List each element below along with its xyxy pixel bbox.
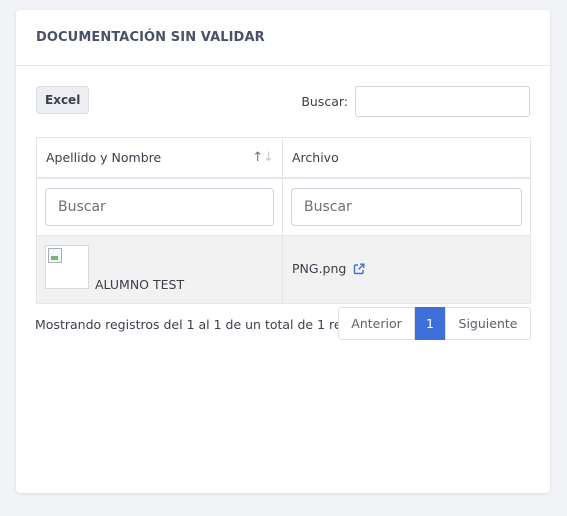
next-page-button[interactable]: Siguiente — [445, 307, 531, 340]
student-name: ALUMNO TEST — [95, 277, 185, 292]
header-row: Apellido y Nombre ↑↓ Archivo — [36, 137, 531, 179]
card-title: DOCUMENTACIÓN SIN VALIDAR — [36, 30, 265, 45]
column-header-label: Apellido y Nombre — [46, 149, 162, 165]
filter-cell-file — [282, 177, 531, 236]
page-button-current[interactable]: 1 — [415, 307, 445, 340]
external-link-icon[interactable] — [353, 263, 365, 278]
previous-page-button[interactable]: Anterior — [338, 307, 415, 340]
file-link[interactable]: PNG.png — [292, 261, 346, 276]
filter-cell-name — [36, 177, 283, 236]
table-info: Mostrando registros del 1 al 1 de un tot… — [35, 317, 338, 332]
table-row: ALUMNO TEST PNG.png — [36, 235, 531, 304]
filter-row — [36, 177, 531, 236]
table-toolbar: Excel Buscar: — [36, 86, 530, 118]
search-label: Buscar: — [301, 94, 348, 109]
name-cell: ALUMNO TEST — [36, 235, 283, 304]
column-header-name[interactable]: Apellido y Nombre ↑↓ — [36, 137, 283, 179]
file-cell: PNG.png — [282, 235, 531, 304]
card-header: DOCUMENTACIÓN SIN VALIDAR — [16, 10, 550, 66]
column-header-file[interactable]: Archivo — [282, 137, 531, 179]
column-header-label: Archivo — [292, 149, 339, 165]
excel-export-button[interactable]: Excel — [36, 86, 90, 114]
search-input[interactable] — [355, 86, 530, 117]
broken-image-icon — [48, 248, 62, 263]
pagination: Anterior 1 Siguiente — [338, 307, 531, 340]
documentation-card: DOCUMENTACIÓN SIN VALIDAR Excel Buscar: … — [16, 10, 550, 493]
file-filter-input[interactable] — [291, 187, 522, 226]
documents-table: Apellido y Nombre ↑↓ Archivo Buscar Busc… — [36, 137, 531, 304]
avatar — [45, 245, 89, 289]
sort-ascending-icon: ↑↓ — [252, 150, 274, 165]
name-filter-input[interactable] — [45, 187, 274, 226]
global-search: Buscar: — [301, 86, 530, 117]
